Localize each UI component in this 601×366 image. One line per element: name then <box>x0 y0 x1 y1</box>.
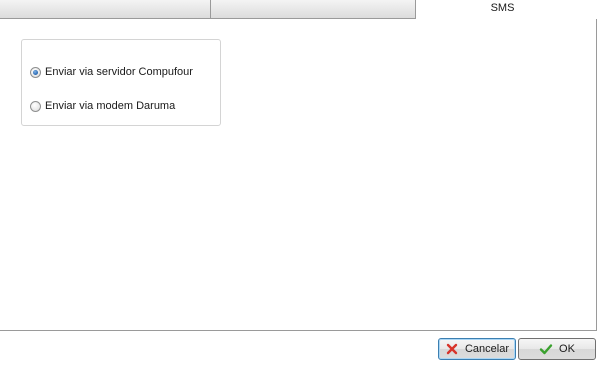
checkmark-icon <box>539 342 553 356</box>
radio-option-compufour[interactable]: Enviar via servidor Compufour <box>30 65 193 79</box>
tab-sms-label: SMS <box>490 2 515 14</box>
tab-sms[interactable]: SMS <box>416 0 601 20</box>
tab-1[interactable] <box>0 0 211 19</box>
radio-label-compufour: Enviar via servidor Compufour <box>45 66 193 78</box>
radio-option-daruma[interactable]: Enviar via modem Daruma <box>30 99 175 113</box>
cancel-button-label: Cancelar <box>464 343 510 355</box>
ok-button[interactable]: OK <box>518 338 596 360</box>
dialog-window: SMS Enviar via servidor Compufour Enviar… <box>0 0 601 366</box>
close-x-icon <box>445 342 459 356</box>
cancel-button[interactable]: Cancelar <box>438 338 516 360</box>
radio-button-checked[interactable] <box>30 66 41 78</box>
tab-2[interactable] <box>210 0 416 19</box>
sms-send-method-group: Enviar via servidor Compufour Enviar via… <box>21 39 221 126</box>
radio-button-unchecked[interactable] <box>30 100 41 112</box>
radio-label-daruma: Enviar via modem Daruma <box>45 100 176 112</box>
tab-page-sms: Enviar via servidor Compufour Enviar via… <box>0 19 597 331</box>
ok-button-label: OK <box>559 343 575 355</box>
tab-strip: SMS <box>0 0 601 20</box>
